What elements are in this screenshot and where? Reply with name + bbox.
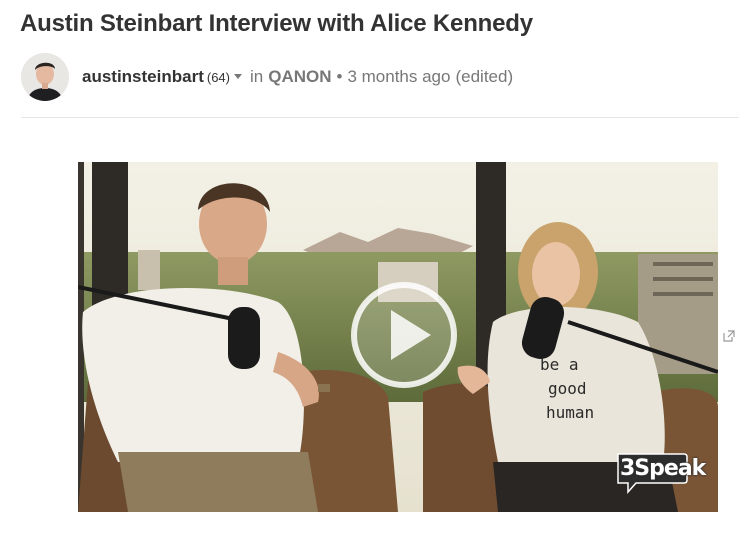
post-title: Austin Steinbart Interview with Alice Ke…	[20, 10, 533, 37]
in-label: in	[249, 67, 264, 86]
post-age: 3 months ago	[347, 67, 451, 86]
edited-label: (edited)	[455, 67, 514, 86]
external-link-icon[interactable]	[723, 330, 735, 342]
video-player[interactable]: be a good human 3Speak	[78, 162, 718, 512]
watermark-label: 3Speak	[620, 456, 706, 481]
avatar[interactable]	[21, 53, 69, 101]
chevron-down-icon[interactable]	[233, 74, 242, 79]
shirt-text-1: be a	[540, 355, 579, 374]
author-row: austinsteinbart (64) in QANON • 3 months…	[21, 53, 513, 101]
meta-separator: •	[336, 67, 343, 86]
post-meta: austinsteinbart (64) in QANON • 3 months…	[82, 67, 513, 87]
community-link[interactable]: QANON	[268, 67, 331, 87]
header-divider	[21, 117, 739, 118]
author-link[interactable]: austinsteinbart	[82, 67, 204, 87]
play-icon[interactable]	[349, 280, 459, 390]
shirt-text-2: good	[548, 379, 587, 398]
author-reputation: (64)	[206, 70, 230, 85]
shirt-text-3: human	[546, 403, 594, 422]
